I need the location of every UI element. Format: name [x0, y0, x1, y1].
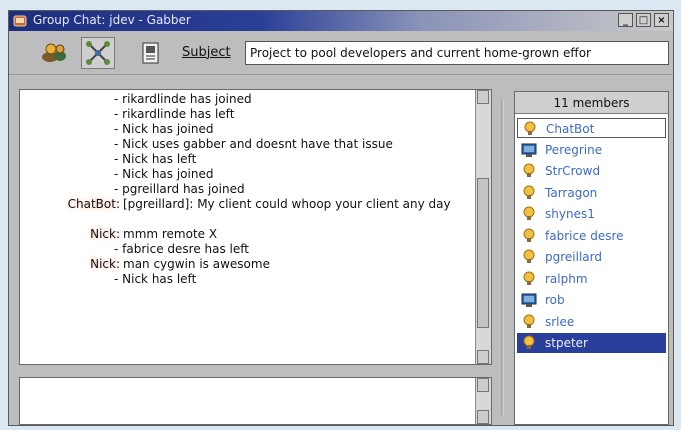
- close-button[interactable]: ×: [654, 13, 669, 27]
- lightbulb-icon: [523, 228, 535, 242]
- chat-text: - pgreillard has joined: [114, 182, 245, 196]
- toolbar: Subject Project to pool developers and c…: [9, 31, 673, 75]
- member-name: StrCrowd: [545, 164, 601, 178]
- scroll-thumb[interactable]: [477, 178, 489, 328]
- member-name: ChatBot: [546, 122, 595, 136]
- chat-scrollbar[interactable]: [475, 90, 491, 364]
- chat-text: - Nick has left: [114, 152, 197, 166]
- invite-button[interactable]: [37, 37, 71, 69]
- window-title: Group Chat: jdev - Gabber: [33, 13, 191, 27]
- chat-text: - Nick uses gabber and doesnt have that …: [114, 137, 393, 151]
- member-name: srlee: [545, 314, 575, 329]
- lightbulb-icon: [523, 314, 535, 328]
- member-name: rob: [545, 293, 565, 307]
- chat-text: - Nick has joined: [114, 167, 214, 181]
- minimize-button[interactable]: _: [618, 13, 633, 27]
- lightbulb-icon: [523, 163, 535, 177]
- chat-log[interactable]: - rikardlinde has joined - rikardlinde ha…: [19, 89, 492, 365]
- member-item[interactable]: shynes1: [517, 204, 666, 224]
- chat-text: - Nick has joined: [114, 122, 214, 136]
- lightbulb-icon: [523, 249, 535, 263]
- chat-text: [pgreillard]: My client could whoop your…: [123, 197, 451, 211]
- scroll-down-button[interactable]: [477, 350, 489, 364]
- member-item[interactable]: Tarragon: [517, 183, 666, 203]
- member-item[interactable]: ChatBot: [517, 118, 666, 138]
- chat-text: - rikardlinde has joined: [114, 92, 252, 106]
- chat-text: - rikardlinde has left: [114, 107, 235, 121]
- network-icon: [86, 41, 110, 65]
- history-button[interactable]: [134, 37, 168, 69]
- scroll-up-button[interactable]: [477, 90, 489, 104]
- member-name: Tarragon: [545, 185, 598, 200]
- chat-nick: Nick:: [90, 227, 120, 241]
- chat-nick: Nick:: [90, 257, 120, 271]
- chat-text: man cygwin is awesome: [123, 257, 270, 271]
- member-name: Peregrine: [545, 142, 603, 157]
- pane-splitter[interactable]: [496, 89, 508, 425]
- title-bar[interactable]: Group Chat: jdev - Gabber _ □ ×: [9, 11, 673, 31]
- member-name: pgreillard: [545, 250, 602, 264]
- computer-icon: [521, 143, 537, 157]
- chat-text: - Nick has left: [114, 272, 197, 286]
- message-input[interactable]: [19, 377, 492, 425]
- lightbulb-icon: [523, 335, 535, 349]
- member-item[interactable]: Peregrine: [517, 140, 666, 160]
- input-scrollbar[interactable]: [475, 378, 491, 424]
- people-icon: [42, 43, 66, 62]
- lightbulb-icon: [523, 206, 535, 220]
- maximize-button[interactable]: □: [636, 13, 651, 27]
- computer-icon: [521, 293, 537, 307]
- member-item[interactable]: stpeter: [517, 333, 666, 353]
- lightbulb-icon: [523, 271, 535, 285]
- input-scroll-up-button[interactable]: [477, 378, 489, 392]
- group-chat-window: Group Chat: jdev - Gabber _ □ × Subject …: [8, 10, 674, 426]
- member-name: shynes1: [545, 207, 595, 221]
- input-scroll-down-button[interactable]: [477, 410, 489, 424]
- member-name: ralphm: [545, 271, 588, 286]
- member-item[interactable]: ralphm: [517, 269, 666, 289]
- member-item[interactable]: pgreillard: [517, 247, 666, 267]
- chat-nick: ChatBot:: [67, 197, 120, 211]
- title-buttons: _ □ ×: [618, 13, 669, 27]
- splitter-grip-icon: [501, 99, 504, 415]
- document-icon: [142, 42, 159, 64]
- member-name: fabrice desre: [545, 228, 624, 243]
- member-item[interactable]: rob: [517, 290, 666, 310]
- member-list: 11 members ChatBot Peregrine StrCrowd Tarra…: [514, 91, 669, 425]
- member-list-toggle-button[interactable]: [81, 37, 115, 69]
- app-icon: [13, 15, 27, 27]
- member-count-header[interactable]: 11 members: [515, 92, 668, 114]
- subject-label: Subject: [182, 45, 231, 60]
- lightbulb-icon: [523, 185, 535, 199]
- chat-text: - fabrice desre has left: [114, 242, 249, 256]
- member-item[interactable]: StrCrowd: [517, 161, 666, 181]
- member-name: stpeter: [545, 336, 588, 350]
- subject-input[interactable]: Project to pool developers and current h…: [245, 41, 669, 65]
- member-item[interactable]: srlee: [517, 312, 666, 332]
- chat-text: mmm remote X: [123, 227, 218, 241]
- member-item[interactable]: fabrice desre: [517, 226, 666, 246]
- lightbulb-icon: [524, 121, 536, 135]
